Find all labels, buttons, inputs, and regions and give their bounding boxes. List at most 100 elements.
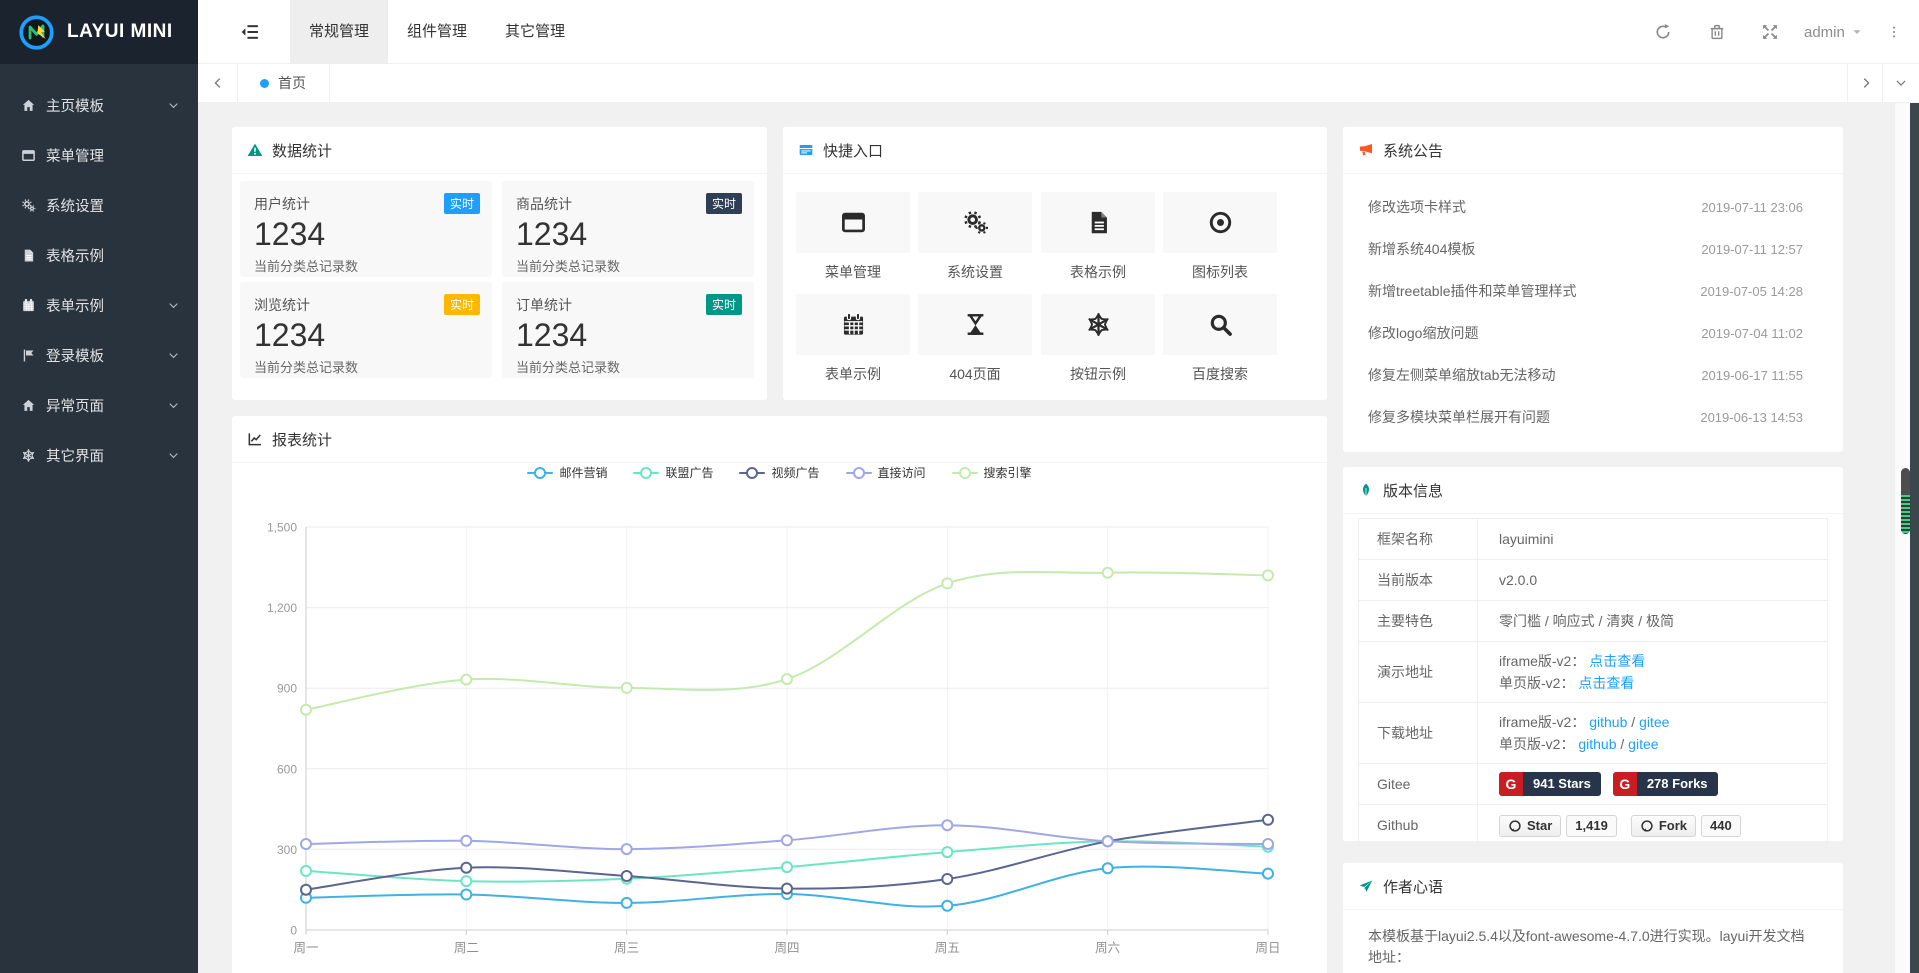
header-tab-3[interactable]: 其它管理	[486, 0, 584, 64]
notice-card-title: 系统公告	[1383, 140, 1443, 161]
link-github[interactable]: github	[1578, 736, 1616, 752]
caret-down-icon	[1851, 26, 1863, 38]
sidebar-item-1[interactable]: 主页模板	[0, 80, 198, 130]
link-gitee[interactable]: gitee	[1628, 736, 1658, 752]
svg-text:周六: 周六	[1095, 941, 1120, 955]
quick-entry-label: 按钮示例	[1041, 364, 1155, 384]
link-点击查看[interactable]: 点击查看	[1589, 653, 1645, 669]
notice-date: 2019-07-11 23:06	[1701, 200, 1803, 215]
sidebar-item-5[interactable]: 表单示例	[0, 280, 198, 330]
quick-entry-7[interactable]: 按钮示例	[1041, 294, 1155, 384]
notice-card: 系统公告 修改选项卡样式2019-07-11 23:06新增系统404模板201…	[1343, 127, 1843, 452]
notice-date: 2019-07-04 11:02	[1701, 326, 1803, 341]
author-card-title: 作者心语	[1383, 876, 1443, 897]
quick-entry-5[interactable]: 表单示例	[796, 294, 910, 384]
stat-caption: 当前分类总记录数	[516, 357, 740, 376]
quick-entry-6[interactable]: 404页面	[918, 294, 1032, 384]
link-gitee[interactable]: gitee	[1639, 714, 1669, 730]
link-点击查看[interactable]: 点击查看	[1578, 675, 1634, 691]
legend-item-搜索引擎[interactable]: 搜索引擎	[952, 464, 1032, 481]
trash-icon[interactable]	[1708, 23, 1726, 41]
legend-label: 邮件营销	[559, 464, 607, 481]
github-count: 1,419	[1566, 815, 1617, 837]
version-row: Gitee G941 Stars G278 Forks	[1359, 764, 1828, 805]
sidebar-item-2[interactable]: 菜单管理	[0, 130, 198, 180]
version-label: 主要特色	[1359, 601, 1478, 642]
link-github[interactable]: github	[1589, 714, 1627, 730]
notice-date: 2019-06-17 11:55	[1701, 368, 1803, 383]
home-icon	[21, 398, 36, 413]
quick-entry-2[interactable]: 系统设置	[918, 192, 1032, 282]
sidebar-item-label: 主页模板	[46, 95, 167, 116]
notice-item: 新增treetable插件和菜单管理样式2019-07-05 14:28	[1343, 270, 1843, 312]
quick-card-header: 快捷入口	[783, 127, 1327, 174]
quick-entry-1[interactable]: 菜单管理	[796, 192, 910, 282]
quick-entry-4[interactable]: 图标列表	[1163, 192, 1277, 282]
layui-logo-icon	[18, 14, 55, 51]
stat-value: 1234	[254, 217, 478, 252]
legend-item-视频广告[interactable]: 视频广告	[739, 464, 819, 481]
quick-entry-8[interactable]: 百度搜索	[1163, 294, 1277, 384]
quick-entry-box	[796, 192, 910, 253]
active-tab-dot	[260, 79, 269, 88]
calendar-icon	[840, 311, 867, 338]
version-label: 框架名称	[1359, 519, 1478, 560]
scrollbar-track[interactable]	[1895, 103, 1910, 973]
gitee-badge[interactable]: G278 Forks	[1613, 772, 1718, 796]
legend-label: 直接访问	[878, 464, 926, 481]
sidebar-item-6[interactable]: 登录模板	[0, 330, 198, 380]
quick-card-title: 快捷入口	[823, 140, 883, 161]
sidebar-item-8[interactable]: 其它界面	[0, 430, 198, 480]
version-value: v2.0.0	[1478, 560, 1828, 601]
version-card: 版本信息 框架名称layuimini当前版本v2.0.0主要特色零门槛 / 响应…	[1343, 467, 1843, 841]
version-label: 演示地址	[1359, 642, 1478, 703]
gitee-badge[interactable]: G941 Stars	[1499, 772, 1601, 796]
legend-item-联盟广告[interactable]: 联盟广告	[633, 464, 713, 481]
stat-panel-4: 订单统计实时1234当前分类总记录数	[502, 282, 754, 378]
github-fork-button[interactable]: Fork440	[1631, 815, 1741, 837]
quick-entry-box	[918, 294, 1032, 355]
legend-label: 搜索引擎	[984, 464, 1032, 481]
notice-text: 修改logo缩放问题	[1368, 323, 1478, 343]
quick-entry-box	[796, 294, 910, 355]
legend-item-直接访问[interactable]: 直接访问	[846, 464, 926, 481]
notice-card-header: 系统公告	[1343, 127, 1843, 174]
tab-home[interactable]: 首页	[237, 64, 330, 102]
legend-item-邮件营销[interactable]: 邮件营销	[527, 464, 607, 481]
quick-entry-box	[1163, 294, 1277, 355]
gears-icon	[962, 209, 989, 236]
legend-label: 联盟广告	[665, 464, 713, 481]
window-icon	[21, 148, 36, 163]
github-star-button[interactable]: Star1,419	[1499, 815, 1617, 837]
scrollbar-thumb[interactable]	[1901, 468, 1910, 534]
refresh-icon[interactable]	[1654, 23, 1672, 41]
author-card: 作者心语 本模板基于layui2.5.4以及font-awesome-4.7.0…	[1343, 863, 1843, 973]
tab-scroll-left-icon[interactable]	[198, 64, 238, 102]
fullscreen-icon[interactable]	[1761, 23, 1779, 41]
header-tab-2[interactable]: 组件管理	[388, 0, 486, 64]
version-label: 当前版本	[1359, 560, 1478, 601]
version-label: Gitee	[1359, 764, 1478, 805]
tab-scroll-right-icon[interactable]	[1847, 64, 1883, 102]
notice-list: 修改选项卡样式2019-07-11 23:06新增系统404模板2019-07-…	[1343, 186, 1843, 438]
notice-text: 新增treetable插件和菜单管理样式	[1368, 281, 1576, 301]
notice-date: 2019-06-13 14:53	[1700, 410, 1803, 425]
quick-entry-3[interactable]: 表格示例	[1041, 192, 1155, 282]
sidebar-item-3[interactable]: 系统设置	[0, 180, 198, 230]
user-menu[interactable]: admin	[1804, 0, 1863, 64]
gitee-badge-text: 278 Forks	[1637, 772, 1718, 796]
tab-bar: 首页	[198, 64, 1919, 103]
notice-item: 修改logo缩放问题 2019-07-04 11:02	[1343, 312, 1843, 354]
tab-options-dropdown-icon[interactable]	[1882, 64, 1919, 102]
logo[interactable]: LAYUI MINI	[0, 0, 198, 64]
sidebar-item-label: 菜单管理	[46, 145, 180, 166]
sidebar-item-7[interactable]: 异常页面	[0, 380, 198, 430]
paper-plane-icon	[1358, 878, 1374, 894]
more-menu-icon[interactable]	[1887, 23, 1901, 41]
svg-text:1,200: 1,200	[267, 601, 297, 615]
legend-marker	[952, 467, 978, 479]
sidebar-item-4[interactable]: 表格示例	[0, 230, 198, 280]
svg-text:600: 600	[277, 762, 297, 776]
sidebar-toggle-icon[interactable]	[240, 22, 260, 42]
header-tab-1[interactable]: 常规管理	[290, 0, 388, 64]
